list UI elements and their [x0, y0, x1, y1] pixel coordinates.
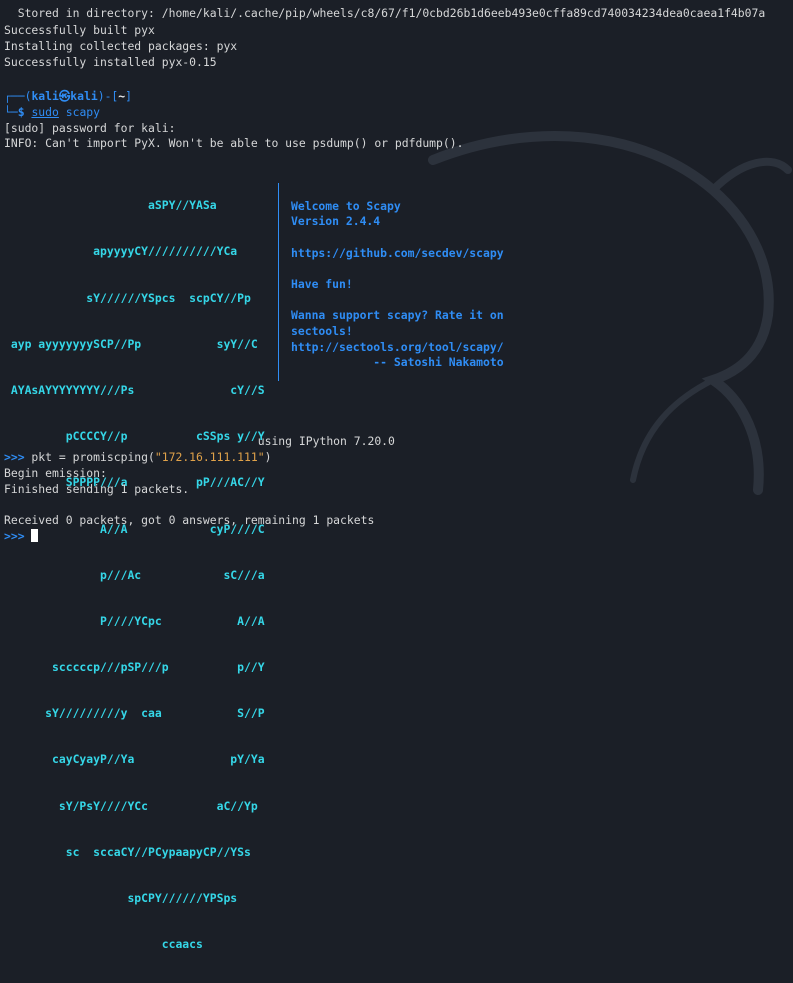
shell-prompt-header: ┌──(kali㉿kali)-[~] — [4, 89, 133, 103]
text-cursor — [31, 529, 39, 542]
art-line: sY//////YSpcs scpCY//Pp — [4, 290, 251, 305]
repl-input-line[interactable]: >>> — [4, 529, 39, 544]
command-rest: scapy — [58, 105, 101, 119]
art-line: ayp ayyyyyyySCP//Pp syY//C — [4, 336, 258, 351]
art-line: p///Ac sC///a — [4, 567, 265, 582]
welcome-line-6: sectools! — [291, 324, 353, 338]
welcome-line-1: Welcome to Scapy — [291, 199, 401, 213]
shell-prompt-command: └─$ sudo scapy — [4, 105, 101, 119]
art-line: sY/PsY////YCc aC//Yp — [4, 798, 258, 813]
repl-prompt-final: >>> — [4, 529, 25, 543]
welcome-line-5: Wanna support scapy? Rate it on — [291, 308, 504, 322]
prompt-host: kali — [70, 89, 98, 103]
art-line: sY/////////y caa S//P — [4, 706, 265, 721]
ipython-version-line: using IPython 7.20.0 — [4, 434, 395, 448]
output-line: Stored in directory: /home/kali/.cache/p… — [4, 6, 766, 20]
art-line: sc sccaCY//PCypaapyCP//YSs — [4, 844, 251, 859]
output-line: Successfully installed pyx-0.15 — [4, 55, 217, 69]
art-line: AYAsAYYYYYYYY///Ps cY//S — [4, 382, 265, 397]
welcome-line-7: http://sectools.org/tool/scapy/ — [291, 340, 504, 354]
art-line: scccccp///pSP///p p//Y — [4, 660, 265, 675]
welcome-line-4: Have fun! — [291, 277, 353, 291]
art-line: cayCyayP//Ya pY/Ya — [4, 752, 265, 767]
command-text: pkt = promiscping( — [24, 450, 155, 464]
art-line: ccaacs — [4, 937, 203, 952]
art-line: P////YCpc A//A — [4, 613, 265, 628]
prompt-user: kali — [31, 89, 59, 103]
sudo-password-line: [sudo] password for kali: — [4, 121, 176, 135]
command-sudo: sudo — [31, 105, 59, 119]
repl-prompt: >>> — [4, 450, 25, 464]
welcome-line-2: Version 2.4.4 — [291, 214, 381, 228]
art-line: spCPY//////YPSps — [4, 891, 238, 905]
info-line: INFO: Can't import PyX. Won't be able to… — [4, 136, 464, 150]
repl-command-line: >>> pkt = promiscping("172.16.111.111") — [4, 450, 271, 465]
received-line: Received 0 packets, got 0 answers, remai… — [4, 513, 375, 527]
command-close: ) — [264, 450, 272, 464]
terminal-window[interactable]: Stored in directory: /home/kali/.cache/p… — [0, 0, 793, 951]
begin-emission-line: Begin emission: — [4, 466, 107, 480]
art-line: aSPY//YASa — [4, 198, 217, 213]
welcome-divider — [278, 183, 279, 381]
scapy-ascii-art: aSPY//YASa apyyyyCY//////////YCa sY/////… — [4, 167, 265, 983]
art-line: apyyyyCY//////////YCa — [4, 244, 238, 259]
welcome-line-8: -- Satoshi Nakamoto — [291, 355, 504, 369]
output-line: Successfully built pyx — [4, 23, 155, 37]
finished-sending-line: Finished sending 1 packets. — [4, 482, 190, 496]
command-argument: "172.16.111.111" — [154, 450, 265, 464]
welcome-line-3: https://github.com/secdev/scapy — [291, 246, 504, 260]
output-line: Installing collected packages: pyx — [4, 39, 238, 53]
